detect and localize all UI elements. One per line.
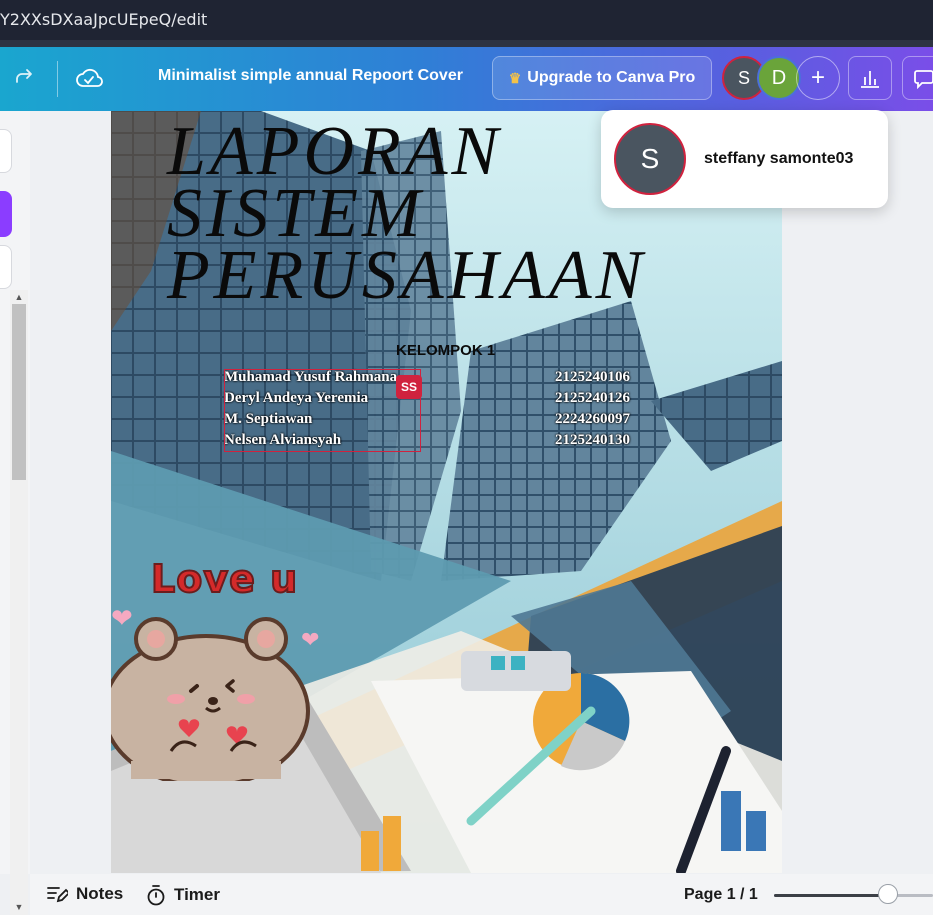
title-line: LAPORAN <box>167 113 503 190</box>
crown-icon: ♛ <box>508 69 522 86</box>
avatar-initial: S <box>737 67 750 88</box>
member-id: 2224260097 <box>555 411 630 427</box>
page-indicator[interactable]: Page 1 / 1 <box>684 886 758 904</box>
collaborator-tag: SS <box>396 375 422 399</box>
redo-icon[interactable] <box>10 65 38 93</box>
bar-chart-icon <box>861 71 879 88</box>
rail-active-button[interactable] <box>0 191 12 237</box>
comment-icon <box>914 70 933 89</box>
tab-strip-divider <box>0 40 933 47</box>
member-id: 2125240126 <box>555 390 630 406</box>
collaborator-name: steffany samonte03 <box>704 150 854 167</box>
bottom-bar: Notes Timer Page 1 / 1 <box>30 874 933 915</box>
rail-panel-button[interactable] <box>0 129 12 173</box>
collaborator-popover: S steffany samonte03 <box>601 110 888 208</box>
member-id: 2125240106 <box>555 369 630 385</box>
plus-icon: + <box>810 64 825 91</box>
add-collaborator-button[interactable]: + <box>796 56 840 100</box>
notes-label: Notes <box>76 884 124 903</box>
zoom-slider-fill <box>774 894 886 897</box>
group-label[interactable]: KELOMPOK 1 <box>396 342 495 359</box>
toolbar-divider <box>57 61 58 97</box>
avatar-initial: S <box>640 143 660 174</box>
love-u-text[interactable]: Love u <box>150 556 298 602</box>
comment-button[interactable] <box>902 56 933 100</box>
member-id: 2125240130 <box>555 432 630 448</box>
editor-toolbar: Minimalist simple annual Repoort Cover ♛… <box>0 47 933 111</box>
upgrade-label: Upgrade to Canva Pro <box>527 69 696 86</box>
scroll-up-arrow[interactable]: ▲ <box>12 292 26 302</box>
title-line: SISTEM <box>167 175 425 252</box>
insights-button[interactable] <box>848 56 892 100</box>
scroll-down-arrow[interactable]: ▼ <box>12 902 26 912</box>
timer-icon <box>147 885 165 906</box>
document-title[interactable]: Minimalist simple annual Repoort Cover <box>158 67 463 85</box>
design-page[interactable]: ❤ ❤ Love u LAPORAN SISTEM PERUSAHAAN KEL… <box>111 111 782 873</box>
notes-icon <box>47 887 68 903</box>
popover-avatar: S <box>614 123 686 195</box>
avatar-d[interactable]: D <box>757 56 801 100</box>
timer-button[interactable]: Timer <box>146 884 220 906</box>
address-bar[interactable]: Y2XXsDXaaJpcUEpeQ/edit <box>0 0 933 40</box>
url-text: Y2XXsDXaaJpcUEpeQ/edit <box>0 10 208 29</box>
notes-button[interactable]: Notes <box>46 884 123 904</box>
bear-sticker[interactable] <box>111 611 331 781</box>
scrollbar-thumb[interactable] <box>12 304 26 480</box>
avatar-initial: D <box>771 66 787 89</box>
cover-title[interactable]: LAPORAN SISTEM PERUSAHAAN <box>167 113 647 314</box>
title-line: PERUSAHAAN <box>167 237 647 314</box>
collaborator-selection-box <box>224 369 421 452</box>
upgrade-button[interactable]: ♛ Upgrade to Canva Pro <box>492 56 712 100</box>
rail-panel-button-2[interactable] <box>0 245 12 289</box>
heart-icon: ❤ <box>111 603 133 633</box>
timer-label: Timer <box>174 885 220 904</box>
zoom-slider-knob[interactable] <box>878 884 898 904</box>
heart-icon: ❤ <box>301 627 320 652</box>
cloud-saved-icon[interactable] <box>74 64 104 94</box>
